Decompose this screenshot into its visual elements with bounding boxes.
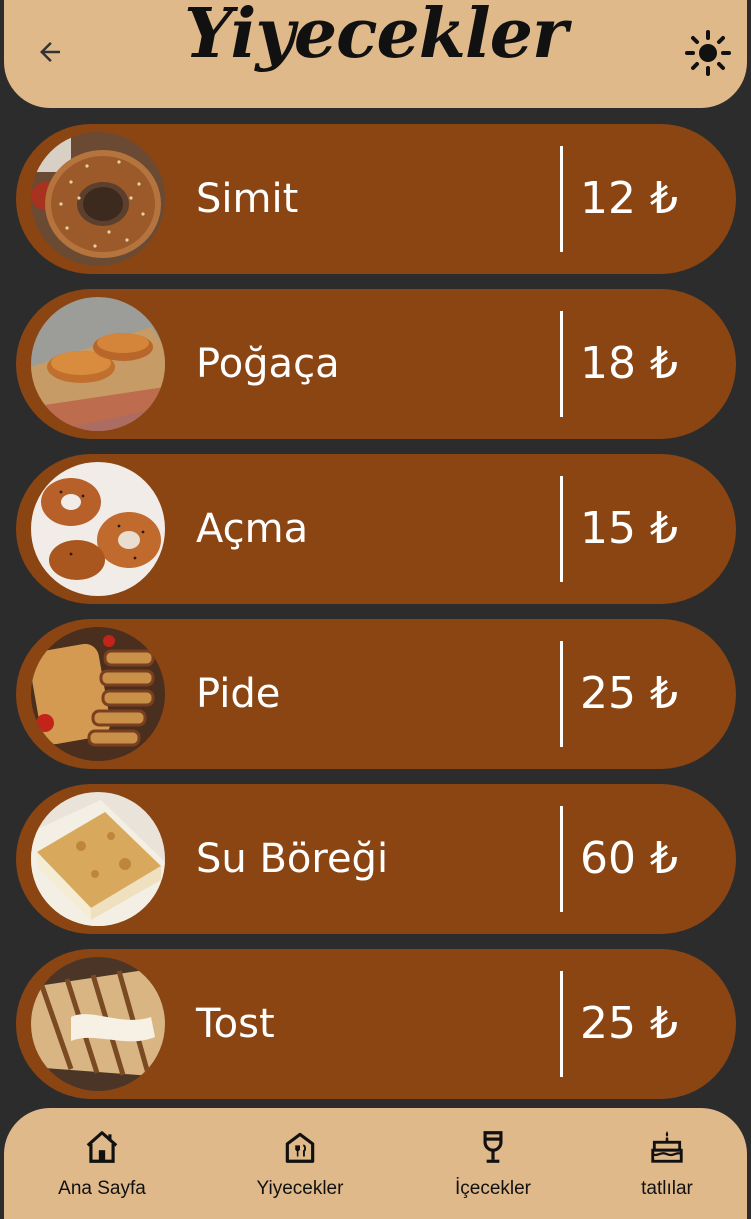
divider [560,311,563,417]
nav-item-tatlilar[interactable]: tatlılar [592,1128,742,1200]
food-item-price: 60 ₺ [580,833,678,884]
nav-label: Yiyecekler [256,1178,344,1199]
nav-item-yiyecekler[interactable]: Yiyecekler [225,1128,375,1200]
food-item-price: 12 ₺ [580,173,678,224]
su-boregi-image [31,792,165,926]
food-item-pide[interactable]: Pide 25 ₺ [16,619,736,769]
home-icon [86,1131,118,1163]
divider [560,146,563,252]
divider [560,641,563,747]
food-item-name: Tost [196,1001,275,1047]
food-list: Simit 12 ₺ Poğaça 18 ₺ Açma 15 ₺ Pide 25… [16,124,736,1114]
food-item-acma[interactable]: Açma 15 ₺ [16,454,736,604]
simit-image [31,132,165,266]
food-item-price: 25 ₺ [580,998,678,1049]
nav-item-ana-sayfa[interactable]: Ana Sayfa [27,1128,177,1200]
food-item-price: 15 ₺ [580,503,678,554]
food-item-name: Poğaça [196,341,340,387]
wine-glass-icon [483,1131,503,1163]
divider [560,806,563,912]
food-item-name: Su Böreği [196,836,389,882]
food-item-simit[interactable]: Simit 12 ₺ [16,124,736,274]
sun-icon [685,30,731,76]
pogaca-image [31,297,165,431]
page-title: Yiyecekler [184,0,568,74]
food-item-name: Açma [196,506,309,552]
nav-item-icecekler[interactable]: İçecekler [418,1128,568,1200]
theme-toggle-button[interactable] [683,28,733,78]
acma-image [31,462,165,596]
bottom-navigation: Ana Sayfa Yiyecekler İçecekler tatlılar [4,1108,747,1219]
food-item-su-boregi[interactable]: Su Böreği 60 ₺ [16,784,736,934]
app-header: Yiyecekler [4,0,747,108]
cake-icon [651,1131,683,1163]
nav-label: Ana Sayfa [58,1178,146,1199]
food-item-pogaca[interactable]: Poğaça 18 ₺ [16,289,736,439]
food-item-price: 18 ₺ [580,338,678,389]
nav-label: İçecekler [454,1178,532,1199]
food-item-tost[interactable]: Tost 25 ₺ [16,949,736,1099]
restaurant-icon [285,1132,315,1163]
nav-label: tatlılar [641,1178,693,1199]
pide-image [31,627,165,761]
tost-image [31,957,165,1091]
divider [560,476,563,582]
divider [560,971,563,1077]
food-item-name: Pide [196,671,281,717]
food-item-name: Simit [196,176,299,222]
food-item-price: 25 ₺ [580,668,678,719]
